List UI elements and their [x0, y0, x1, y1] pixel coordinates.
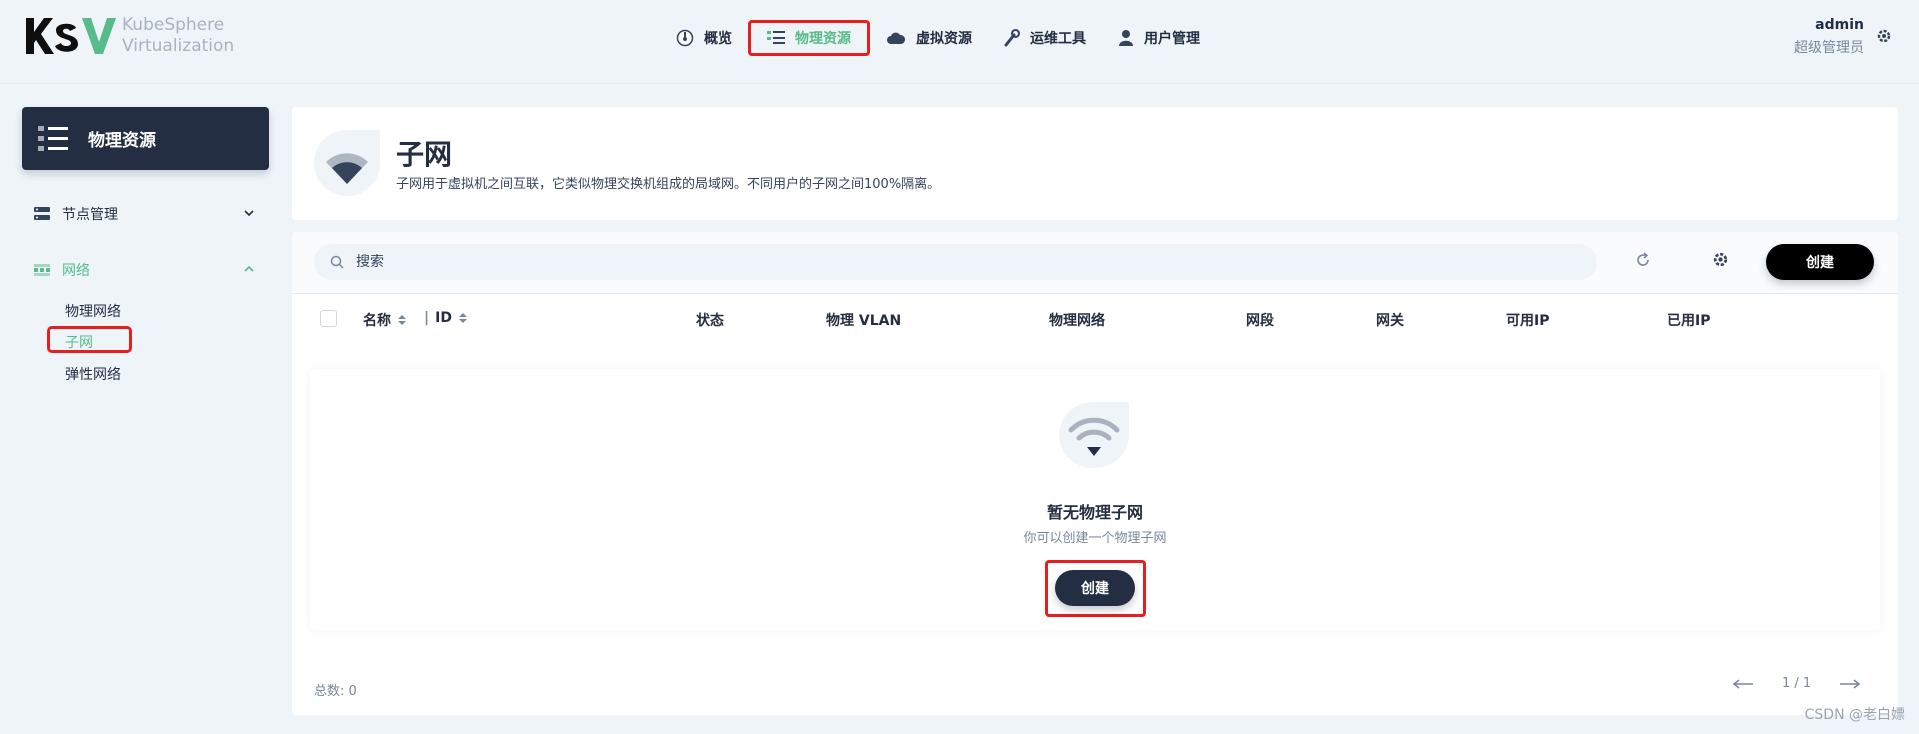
- brand-name: KubeSphere Virtualization: [122, 15, 234, 57]
- list-icon: [38, 125, 68, 151]
- chevron-up-icon: [244, 265, 254, 272]
- ksv-logo[interactable]: [24, 16, 116, 56]
- list-toolbar: 创建: [292, 232, 1898, 294]
- wrench-icon: [1004, 29, 1020, 47]
- column-header-physical-network: 物理网络: [1049, 313, 1105, 329]
- user-icon: [1119, 30, 1133, 46]
- sidebar-group-network[interactable]: 网络: [22, 255, 269, 285]
- sidebar-title-label: 物理资源: [88, 131, 156, 151]
- empty-state-description: 你可以创建一个物理子网: [1023, 531, 1167, 546]
- table-header: 名称 | ID 状态 物理 VLAN 物理网络 网段 网关 可用IP 已用IP: [292, 294, 1898, 344]
- nav-overview[interactable]: 概览: [660, 20, 748, 56]
- wifi-subnet-icon: [314, 130, 380, 196]
- column-header-name-label: 名称: [363, 313, 391, 329]
- column-header-segment: 网段: [1246, 313, 1274, 329]
- settings-gear-icon[interactable]: [1876, 28, 1892, 44]
- list-icon: [767, 31, 785, 44]
- sort-icon[interactable]: [458, 312, 468, 324]
- main-nav: 概览 物理资源 虚拟资源 运维工具 用户管理: [660, 20, 1216, 56]
- user-info[interactable]: admin 超级管理员: [1794, 16, 1864, 58]
- cloud-icon: [887, 32, 906, 44]
- watermark: CSDN @老白嫖: [1804, 707, 1905, 723]
- page-header-card: 子网 子网用于虚拟机之间互联，它类似物理交换机组成的局域网。不同用户的子网之间1…: [292, 107, 1898, 220]
- search-input[interactable]: [356, 254, 1556, 270]
- page-description: 子网用于虚拟机之间互联，它类似物理交换机组成的局域网。不同用户的子网之间100%…: [396, 177, 941, 192]
- nav-physical-resources[interactable]: 物理资源: [748, 20, 870, 56]
- nav-ops-tools[interactable]: 运维工具: [988, 20, 1102, 56]
- search-box[interactable]: [314, 244, 1597, 280]
- nav-virtual-resources[interactable]: 虚拟资源: [870, 20, 988, 56]
- wifi-subnet-icon: [1059, 402, 1129, 468]
- brand-name-line1: KubeSphere: [122, 15, 225, 35]
- column-divider: |: [424, 310, 430, 326]
- select-all-checkbox[interactable]: [320, 310, 337, 327]
- empty-state-title: 暂无物理子网: [1046, 503, 1143, 522]
- sidebar-group-network-label: 网络: [62, 263, 90, 279]
- nav-physical-resources-label: 物理资源: [795, 31, 851, 47]
- empty-state: 暂无物理子网 你可以创建一个物理子网 创建: [310, 369, 1880, 630]
- user-name: admin: [1815, 17, 1864, 33]
- network-icon: [34, 264, 50, 276]
- page-title: 子网: [396, 138, 453, 171]
- highlight-box-subnet: [47, 326, 132, 353]
- column-header-status: 状态: [696, 313, 724, 329]
- brand-name-line2: Virtualization: [122, 36, 235, 56]
- top-bar: KubeSphere Virtualization 概览 物理资源 虚拟资源 运…: [0, 0, 1919, 84]
- next-page-arrow-icon[interactable]: [1839, 678, 1861, 690]
- nav-user-management-label: 用户管理: [1144, 31, 1200, 47]
- prev-page-arrow-icon[interactable]: [1732, 678, 1754, 690]
- user-role: 超级管理员: [1794, 40, 1864, 56]
- nav-overview-label: 概览: [704, 31, 732, 47]
- column-header-vlan: 物理 VLAN: [826, 313, 902, 329]
- sidebar-item-physical-network[interactable]: 物理网络: [65, 301, 121, 321]
- total-count-value: 0: [348, 684, 357, 699]
- sidebar-title: 物理资源: [22, 107, 269, 170]
- pagination: 1 / 1: [1732, 676, 1861, 691]
- column-settings-gear-icon[interactable]: [1712, 251, 1729, 268]
- page-indicator: 1 / 1: [1782, 676, 1812, 691]
- column-header-id[interactable]: | ID: [424, 310, 468, 326]
- refresh-icon[interactable]: [1635, 252, 1651, 268]
- sidebar-group-node-management[interactable]: 节点管理: [22, 199, 269, 229]
- column-header-id-label: ID: [435, 310, 452, 326]
- nav-user-management[interactable]: 用户管理: [1102, 20, 1216, 56]
- server-icon: [34, 207, 50, 220]
- total-count: 总数: 0: [314, 680, 357, 699]
- column-header-used-ip: 已用IP: [1667, 313, 1711, 329]
- chevron-down-icon: [244, 210, 254, 217]
- create-button[interactable]: 创建: [1766, 244, 1874, 280]
- empty-create-button[interactable]: 创建: [1055, 570, 1135, 606]
- dashboard-icon: [676, 29, 694, 47]
- sidebar-item-elastic-network[interactable]: 弹性网络: [65, 364, 121, 384]
- sidebar-group-node-management-label: 节点管理: [62, 207, 118, 223]
- nav-virtual-resources-label: 虚拟资源: [916, 31, 972, 47]
- column-header-gateway: 网关: [1376, 313, 1404, 329]
- sort-icon[interactable]: [397, 314, 407, 326]
- column-header-available-ip: 可用IP: [1506, 313, 1550, 329]
- nav-ops-tools-label: 运维工具: [1030, 31, 1086, 47]
- column-header-name[interactable]: 名称: [363, 310, 407, 330]
- total-count-label: 总数:: [314, 684, 345, 699]
- list-card: 创建 名称 | ID 状态 物理 VLAN 物理网络 网段 网关 可用IP 已用…: [292, 232, 1898, 715]
- search-icon: [330, 255, 344, 269]
